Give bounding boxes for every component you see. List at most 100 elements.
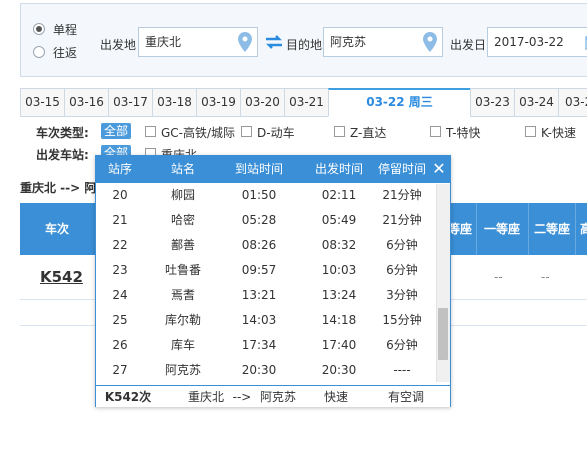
popup-col-arrive: 到站时间 (234, 162, 283, 176)
date-tabs: 03-15 03-16 03-17 03-18 03-19 03-20 03-2… (20, 88, 587, 117)
stop-name: 柳园 (170, 188, 195, 202)
page-root: 单程 往返 出发地 重庆北 目的地 阿克苏 出发日 2017-03-22 03-… (0, 0, 587, 460)
stop-seq: 24 (112, 288, 128, 302)
col-header-first-class: 一等座 (483, 222, 520, 236)
to-value: 阿克苏 (330, 35, 367, 49)
stop-depart: 08:32 (321, 238, 357, 252)
stop-stay: 21分钟 (382, 213, 422, 227)
date-tab[interactable]: 03-2 (558, 88, 587, 117)
footer-ac: 有空调 (387, 390, 424, 404)
stop-row: 21 哈密 05:28 05:49 21分钟 (96, 208, 436, 233)
footer-to: 阿克苏 (259, 390, 296, 404)
location-pin-icon[interactable] (238, 32, 252, 52)
filter-label-t: T-特快 (446, 126, 481, 140)
date-tab-active[interactable]: 03-22 周三 (328, 88, 471, 117)
train-type-all-chip[interactable]: 全部 (101, 123, 132, 139)
route-summary: 重庆北 --> 阿 (20, 181, 97, 195)
footer-from: 重庆北 (187, 390, 224, 404)
popup-col-stay: 停留时间 (377, 162, 426, 176)
filter-checkbox-z[interactable] (334, 126, 345, 137)
seat-cell: -- (494, 270, 503, 284)
footer-arrow: --> (232, 390, 252, 404)
stop-stay: 6分钟 (386, 238, 418, 252)
stop-arrive: 05:28 (241, 213, 277, 227)
stop-depart: 02:11 (321, 188, 357, 202)
filter-label-z: Z-直达 (350, 126, 387, 140)
stop-name: 阿克苏 (164, 363, 201, 377)
stop-list-popup: 站序 站名 到站时间 出发时间 停留时间 ✕ 20 柳园 01:50 02:11 21分… (95, 155, 451, 407)
date-tab[interactable]: 03-20 (240, 88, 285, 117)
date-input[interactable]: 2017-03-22 (487, 27, 587, 57)
popup-col-seq: 站序 (107, 162, 132, 176)
stop-seq: 26 (112, 338, 128, 352)
date-tab[interactable]: 03-23 (470, 88, 515, 117)
footer-train: K542次 (104, 390, 152, 404)
popup-scrollbar-thumb[interactable] (438, 308, 448, 361)
stop-stay: ---- (393, 363, 411, 377)
stop-arrive: 08:26 (241, 238, 277, 252)
date-tab[interactable]: 03-24 (514, 88, 559, 117)
filter-checkbox-d[interactable] (241, 126, 252, 137)
popup-header: 站序 站名 到站时间 出发时间 停留时间 ✕ (96, 156, 450, 183)
date-tab[interactable]: 03-19 (196, 88, 241, 117)
stop-stay: 3分钟 (386, 288, 418, 302)
col-header-second-class: 二等座 (533, 222, 570, 236)
close-icon[interactable]: ✕ (430, 160, 448, 178)
stop-row: 20 柳园 01:50 02:11 21分钟 (96, 183, 436, 208)
stop-name: 库尔勒 (164, 313, 201, 327)
col-header-train: 车次 (44, 222, 69, 236)
radio-one-way-label: 单程 (53, 23, 78, 37)
stop-depart: 13:24 (321, 288, 357, 302)
date-tab[interactable]: 03-17 (108, 88, 153, 117)
stop-stay: 6分钟 (386, 263, 418, 277)
stop-row: 22 鄯善 08:26 08:32 6分钟 (96, 233, 436, 258)
swap-icon[interactable] (265, 35, 283, 49)
stop-row: 24 焉耆 13:21 13:24 3分钟 (96, 283, 436, 308)
date-tab[interactable]: 03-16 (64, 88, 109, 117)
stop-seq: 22 (112, 238, 128, 252)
date-tab[interactable]: 03-18 (152, 88, 197, 117)
radio-round-trip[interactable] (33, 46, 45, 58)
stop-stay: 21分钟 (382, 188, 422, 202)
stop-seq: 25 (112, 313, 128, 327)
date-label: 出发日 (450, 38, 487, 52)
stop-arrive: 13:21 (241, 288, 277, 302)
stop-name: 鄯善 (170, 238, 195, 252)
filter-label-gc: GC-高铁/城际 (161, 126, 236, 140)
radio-one-way[interactable] (33, 23, 45, 35)
date-tab[interactable]: 03-15 (20, 88, 65, 117)
date-tab[interactable]: 03-21 (284, 88, 329, 117)
footer-class: 快速 (323, 390, 348, 404)
stop-row: 23 吐鲁番 09:57 10:03 6分钟 (96, 258, 436, 283)
from-label: 出发地 (100, 38, 137, 52)
to-label: 目的地 (286, 38, 323, 52)
stop-name: 吐鲁番 (164, 263, 201, 277)
stop-seq: 20 (112, 188, 128, 202)
search-form: 单程 往返 出发地 重庆北 目的地 阿克苏 出发日 2017-03-22 (20, 3, 587, 77)
train-number-link[interactable]: K542 (40, 268, 83, 286)
stop-depart: 17:40 (321, 338, 357, 352)
train-type-filter-label: 车次类型: (36, 126, 89, 140)
stop-depart: 10:03 (321, 263, 357, 277)
stop-arrive: 17:34 (241, 338, 277, 352)
popup-footer: K542次 重庆北 --> 阿克苏 快速 有空调 (96, 385, 450, 407)
location-pin-icon[interactable] (423, 32, 437, 52)
popup-col-depart: 出发时间 (314, 162, 363, 176)
stop-name: 哈密 (170, 213, 195, 227)
stop-arrive: 14:03 (241, 313, 277, 327)
stop-stay: 6分钟 (386, 338, 418, 352)
filter-checkbox-k[interactable] (525, 126, 536, 137)
stop-arrive: 20:30 (241, 363, 277, 377)
stop-arrive: 01:50 (241, 188, 277, 202)
filter-checkbox-gc[interactable] (145, 126, 156, 137)
stop-seq: 23 (112, 263, 128, 277)
stop-stay: 15分钟 (382, 313, 422, 327)
stop-seq: 27 (112, 363, 128, 377)
filter-label-d: D-动车 (257, 126, 295, 140)
filter-label-k: K-快速 (541, 126, 576, 140)
stop-row: 26 库车 17:34 17:40 6分钟 (96, 333, 436, 358)
stop-depart: 14:18 (321, 313, 357, 327)
seat-cell: -- (541, 270, 550, 284)
from-value: 重庆北 (145, 35, 182, 49)
filter-checkbox-t[interactable] (430, 126, 441, 137)
